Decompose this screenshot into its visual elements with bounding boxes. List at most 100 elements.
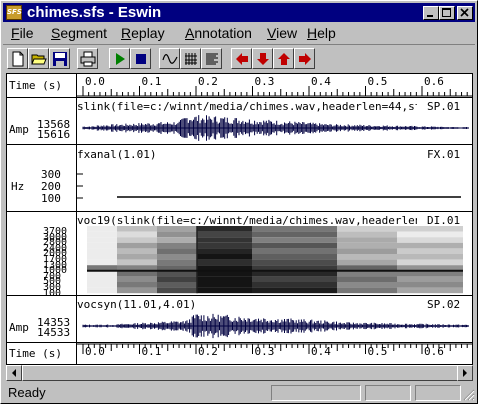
time-tick-label: 0.3	[255, 75, 275, 88]
spectrogram-panel[interactable]: voc19(slink(file=c:/winnt/media/chimes.w…	[7, 212, 472, 299]
menu-view[interactable]: View	[267, 25, 297, 41]
amp-min-value: 14533	[37, 326, 71, 339]
play-button[interactable]	[109, 48, 130, 69]
horizontal-scrollbar[interactable]	[6, 365, 473, 381]
time-tick-label: 0.1	[142, 75, 162, 88]
zoom-in-button[interactable]	[273, 48, 294, 69]
amp-min-value: 15616	[37, 128, 71, 141]
new-button[interactable]	[7, 48, 28, 69]
sfs-app-icon[interactable]: SFS	[6, 5, 22, 20]
spectrogram-view-icon	[185, 53, 197, 65]
scroll-right-button[interactable]	[294, 48, 315, 69]
minimize-button[interactable]	[423, 6, 439, 20]
print-button[interactable]	[77, 48, 98, 69]
menu-replay[interactable]: Replay	[121, 25, 165, 41]
arrow-right-icon	[299, 53, 311, 65]
new-icon	[12, 51, 24, 67]
open-button[interactable]	[28, 48, 49, 69]
arrow-up-icon	[278, 53, 290, 65]
time-tick-label: 0.2	[198, 75, 218, 88]
stop-icon	[136, 54, 146, 64]
menu-view-accel: V	[267, 25, 277, 41]
scroll-left-button[interactable]	[231, 48, 252, 69]
maximize-button[interactable]	[439, 6, 455, 20]
toolbar	[3, 44, 475, 73]
time-axis-ruler: 0.0 0.1 0.2 0.3 0.4 0.5 0.6	[77, 343, 472, 358]
minimize-icon	[427, 15, 433, 17]
window-title: chimes.sfs - Eswin	[27, 4, 162, 21]
eswin-window: SFS chimes.sfs - Eswin File Segment Repl…	[0, 0, 478, 404]
close-button[interactable]	[457, 6, 473, 20]
waveform-view-button[interactable]	[159, 48, 180, 69]
zoom-out-button[interactable]	[252, 48, 273, 69]
menu-help-accel: H	[307, 25, 318, 41]
menu-annotation-label: nnotation	[194, 25, 252, 41]
time-tick-label: 0.5	[368, 75, 388, 88]
fx-panel[interactable]: fxanal(1.01) FX.01 Hz 300 200 100	[7, 145, 472, 212]
time-axis-bottom: Time (s) 0.0 0.1 0.2 0.3 0.4 0.5 0.6	[7, 343, 472, 364]
amp-label: Amp	[9, 321, 29, 334]
scroll-left-arrow[interactable]	[6, 365, 22, 381]
chevron-left-icon	[12, 369, 16, 377]
menu-segment-label: egment	[60, 25, 108, 41]
menu-file-label: ile	[19, 25, 34, 41]
menu-help[interactable]: Help	[307, 25, 336, 41]
waveform-view-icon	[162, 54, 178, 64]
play-icon	[116, 53, 125, 65]
hz-label: Hz	[11, 180, 25, 193]
waveform-trace	[82, 115, 469, 141]
status-bar: Ready	[3, 383, 475, 403]
print-icon	[80, 51, 96, 67]
time-tick-label: 0.4	[311, 345, 331, 358]
time-tick-label: 0.4	[311, 75, 331, 88]
title-bar[interactable]: SFS chimes.sfs - Eswin	[3, 3, 475, 22]
time-tick-label: 0.6	[424, 75, 444, 88]
time-axis-top: Time (s) 0.0 0.1 0.2 0.3 0.4 0.5 0.6	[7, 74, 472, 98]
signal-display[interactable]: Time (s) 0.0 0.1 0.2 0.3 0.4 0.5 0.6 Amp 13568…	[6, 73, 473, 365]
save-icon	[53, 52, 67, 66]
arrow-down-icon	[257, 53, 269, 65]
maximize-icon	[442, 8, 451, 17]
menu-annotation-accel: A	[185, 25, 195, 41]
menu-view-label: iew	[276, 25, 298, 41]
menu-segment-accel: S	[51, 25, 61, 41]
scroll-right-arrow[interactable]	[457, 365, 473, 381]
spectrum-view-button[interactable]	[201, 48, 222, 69]
amp-label: Amp	[9, 123, 29, 136]
menu-segment[interactable]: Segment	[51, 25, 107, 41]
time-tick-label: 0.0	[85, 75, 105, 88]
status-pane	[415, 385, 461, 401]
time-axis-label: Time (s)	[9, 347, 62, 360]
time-axis-label: Time (s)	[9, 79, 62, 92]
time-tick-label: 0.2	[198, 345, 218, 358]
scrollbar-thumb[interactable]	[22, 365, 458, 381]
menu-replay-label: eplay	[131, 25, 165, 41]
time-tick-label: 0.5	[368, 345, 388, 358]
status-text: Ready	[8, 385, 46, 400]
menu-help-label: elp	[317, 25, 336, 41]
save-button[interactable]	[49, 48, 70, 69]
menu-file-accel: F	[11, 25, 20, 41]
spectrogram-view-button[interactable]	[180, 48, 201, 69]
stop-button[interactable]	[130, 48, 151, 69]
status-pane	[365, 385, 411, 401]
menu-replay-accel: R	[121, 25, 132, 41]
chevron-right-icon	[463, 369, 467, 377]
time-tick-label: 0.1	[142, 345, 162, 358]
fx-trace	[77, 173, 461, 199]
spectrogram-image	[87, 226, 463, 294]
open-icon	[31, 54, 47, 65]
time-tick-label: 0.6	[424, 345, 444, 358]
resize-grip-icon[interactable]	[463, 389, 475, 401]
menu-file[interactable]: File	[11, 25, 34, 41]
time-tick-label: 0.0	[85, 345, 105, 358]
hz-tick-100: 100	[41, 192, 61, 205]
time-tick-label: 0.3	[255, 345, 275, 358]
waveform-trace	[82, 313, 469, 339]
waveform-panel-sp01[interactable]: Amp 13568 15616 slink(file=c:/winnt/medi…	[7, 98, 472, 145]
waveform-panel-sp02[interactable]: Amp 14353 14533 vocsyn(11.01,4.01) SP.02	[7, 296, 472, 343]
time-axis-ruler: 0.0 0.1 0.2 0.3 0.4 0.5 0.6	[77, 75, 472, 97]
menu-annotation[interactable]: Annotation	[185, 25, 252, 41]
close-icon	[460, 8, 469, 17]
menu-bar: File Segment Replay Annotation View Help	[3, 23, 475, 43]
